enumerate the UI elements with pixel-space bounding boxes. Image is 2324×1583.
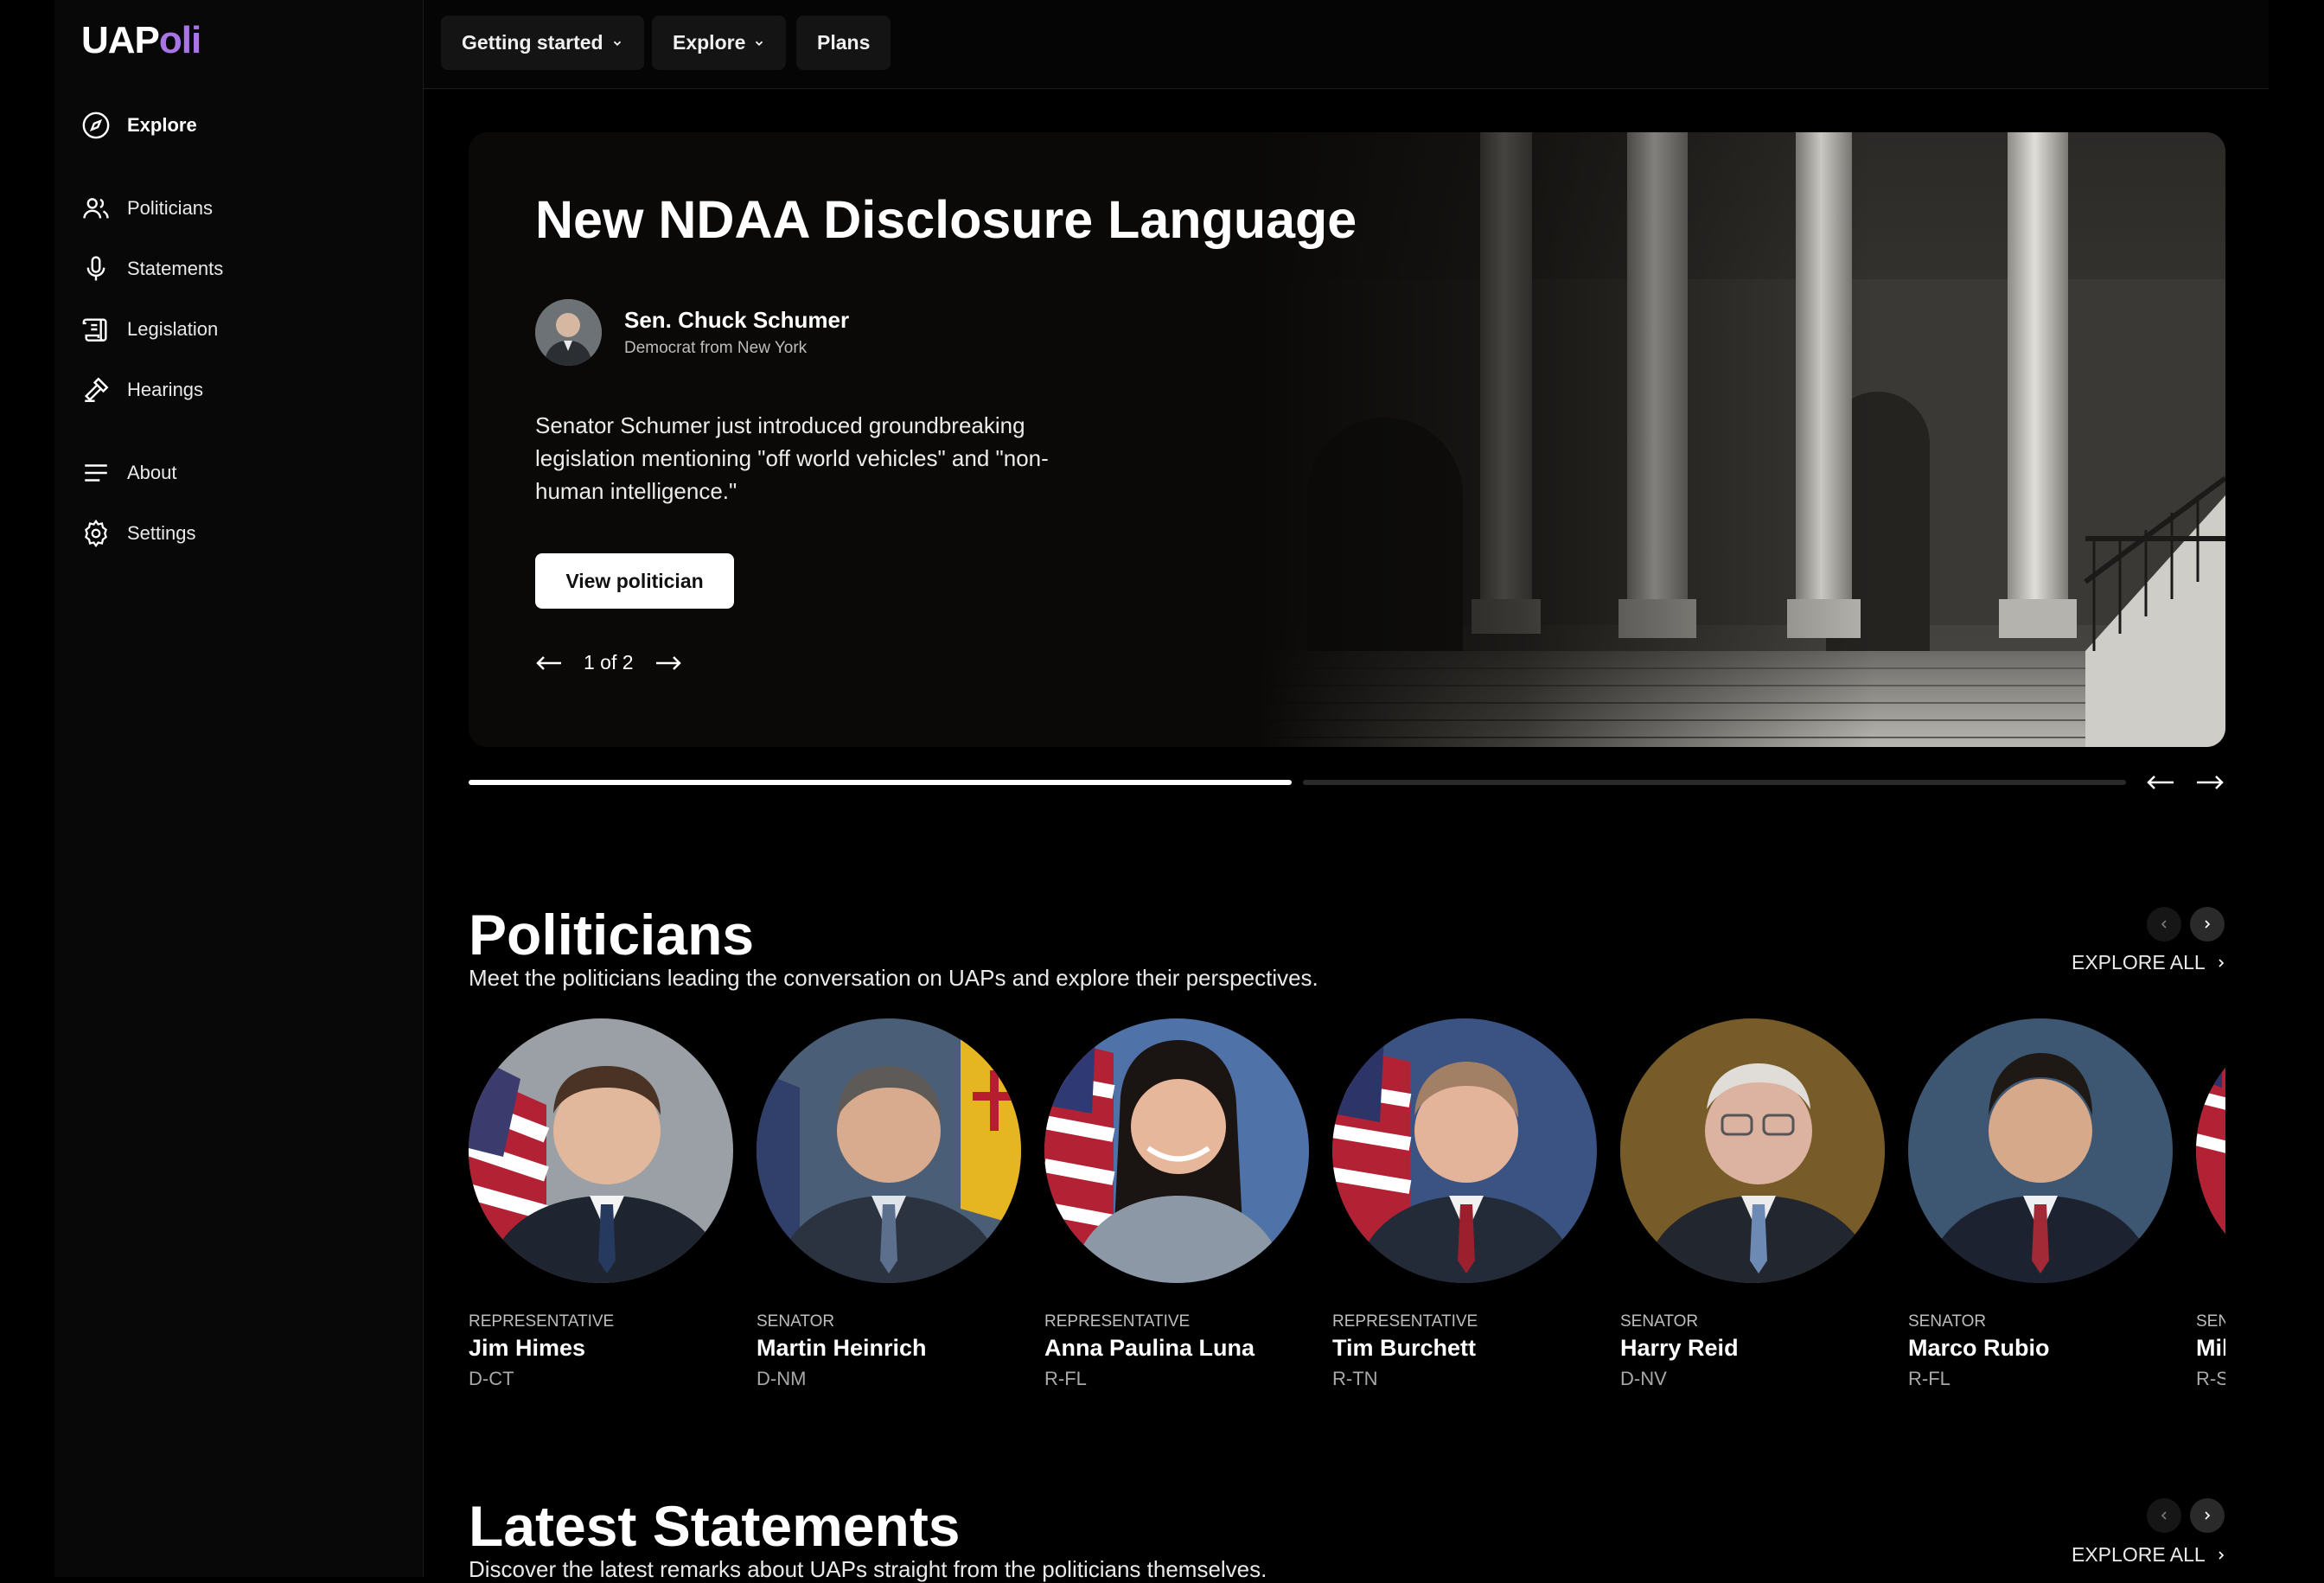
statements-section-subtitle: Discover the latest remarks about UAPs s… <box>469 1556 1267 1582</box>
politician-card[interactable]: Representative Anna Paulina Luna R-FL <box>1044 1018 1309 1390</box>
compass-icon <box>82 112 110 139</box>
sidebar-item-statements[interactable]: Statements <box>81 252 223 286</box>
gavel-icon <box>84 377 109 402</box>
hero-description: Senator Schumer just introduced groundbr… <box>535 412 1049 504</box>
featured-carousel-card: New NDAA Disclosure Language Sen. Chuck … <box>469 132 2225 747</box>
view-politician-button[interactable]: View politician <box>535 553 734 609</box>
pager-label: 1 of 2 <box>584 651 634 673</box>
politician-portrait[interactable] <box>1620 1018 1885 1283</box>
arrow-left-icon[interactable] <box>535 654 563 672</box>
politician-name[interactable]: Anna Paulina Luna <box>1044 1335 1309 1362</box>
politician-card[interactable]: Senator Harry Reid D-NV <box>1620 1018 1885 1390</box>
scroll-icon <box>82 318 107 341</box>
statements-next-button[interactable] <box>2190 1498 2225 1533</box>
politicians-section-title: Politicians <box>469 903 755 967</box>
politician-portrait[interactable] <box>2196 1018 2225 1283</box>
plans-link[interactable]: Plans <box>796 16 891 70</box>
politician-party: D-CT <box>469 1368 514 1389</box>
politician-role: Senator <box>1908 1312 1987 1331</box>
politician-avatar[interactable] <box>535 299 602 366</box>
sidebar-item-hearings[interactable]: Hearings <box>81 373 203 407</box>
politician-role: Sen <box>2196 1312 2225 1331</box>
politician-name[interactable]: Sen. Chuck Schumer <box>624 307 849 334</box>
politician-role: Representative <box>1332 1312 1478 1331</box>
chevron-right-icon <box>2205 1511 2211 1520</box>
sidebar-item-legislation[interactable]: Legislation <box>81 312 218 347</box>
politician-portrait[interactable] <box>469 1018 733 1283</box>
politician-party: D-NM <box>757 1368 807 1389</box>
politician-card[interactable]: Representative Tim Burchett R-TN <box>1332 1018 1597 1390</box>
chevron-right-icon <box>2219 958 2224 967</box>
politician-portrait[interactable] <box>757 1018 1021 1283</box>
politicians-section-subtitle: Meet the politicians leading the convers… <box>469 965 1318 991</box>
carousel-progress-inactive[interactable] <box>1303 780 2126 785</box>
getting-started-menu[interactable]: Getting started <box>441 16 644 70</box>
top-navigation-bar: Getting started Explore Plans <box>424 0 2269 89</box>
sidebar-item-politicians[interactable]: Politicians <box>81 191 213 226</box>
chevron-left-icon <box>2161 1511 2167 1520</box>
politician-name[interactable]: Mil <box>2196 1335 2225 1362</box>
chevron-down-icon <box>756 41 763 46</box>
politician-name[interactable]: Harry Reid <box>1620 1335 1885 1362</box>
politician-role: Representative <box>1044 1312 1191 1331</box>
politician-name[interactable]: Jim Himes <box>469 1335 733 1362</box>
chevron-down-icon <box>613 41 621 46</box>
microphone-icon <box>86 256 105 281</box>
carousel-pager: 1 of 2 <box>535 651 682 674</box>
hero-title: New NDAA Disclosure Language <box>535 190 1357 249</box>
politician-card[interactable]: Senator Marco Rubio R-FL <box>1908 1018 2173 1390</box>
gear-icon <box>85 519 107 548</box>
chevron-left-icon <box>2161 920 2167 929</box>
app-logo[interactable]: UAPoli <box>81 19 201 62</box>
politicians-explore-all-link[interactable]: EXPLORE ALL <box>2072 951 2228 974</box>
politician-party: R-FL <box>1044 1368 1087 1389</box>
users-icon <box>83 198 109 219</box>
politician-party: R-S <box>2196 1368 2225 1389</box>
politician-role: Senator <box>757 1312 835 1331</box>
menu-lines-icon <box>85 464 107 482</box>
politician-portrait[interactable] <box>1908 1018 2173 1283</box>
politician-portrait[interactable] <box>1332 1018 1597 1283</box>
politician-name[interactable]: Tim Burchett <box>1332 1335 1597 1362</box>
explore-menu[interactable]: Explore <box>652 16 787 70</box>
statements-prev-button[interactable] <box>2147 1498 2181 1533</box>
arrow-right-icon[interactable] <box>654 654 682 672</box>
sidebar-item-settings[interactable]: Settings <box>81 516 196 551</box>
politician-name[interactable]: Marco Rubio <box>1908 1335 2173 1362</box>
carousel-progress-active[interactable] <box>469 780 1292 785</box>
politician-party: R-TN <box>1332 1368 1378 1389</box>
politician-party: R-FL <box>1908 1368 1950 1389</box>
chevron-right-icon <box>2205 920 2211 929</box>
politician-portrait[interactable] <box>1044 1018 1309 1283</box>
politician-card[interactable]: Senator Martin Heinrich D-NM <box>757 1018 1021 1390</box>
politician-card[interactable]: Representative Jim Himes D-CT <box>469 1018 733 1390</box>
politician-name[interactable]: Martin Heinrich <box>757 1335 1021 1362</box>
carousel-next-icon[interactable] <box>2195 772 2225 793</box>
politician-role: Senator <box>1620 1312 1699 1331</box>
sidebar: UAPoli Explore Politicians Statements Le… <box>54 0 424 1577</box>
sidebar-item-explore[interactable]: Explore <box>81 108 197 143</box>
politician-affiliation: Democrat from New York <box>624 339 808 357</box>
statements-section-title: Latest Statements <box>469 1494 961 1558</box>
politicians-prev-button[interactable] <box>2147 907 2181 942</box>
carousel-prev-icon[interactable] <box>2146 772 2175 793</box>
statements-explore-all-link[interactable]: EXPLORE ALL <box>2072 1543 2228 1567</box>
politicians-next-button[interactable] <box>2190 907 2225 942</box>
chevron-right-icon <box>2219 1550 2224 1560</box>
politician-card-partial[interactable]: Sen Mil R-S <box>2196 1012 2225 1409</box>
sidebar-item-about[interactable]: About <box>81 456 177 490</box>
politician-role: Representative <box>469 1312 615 1331</box>
politician-party: D-NV <box>1620 1368 1667 1389</box>
